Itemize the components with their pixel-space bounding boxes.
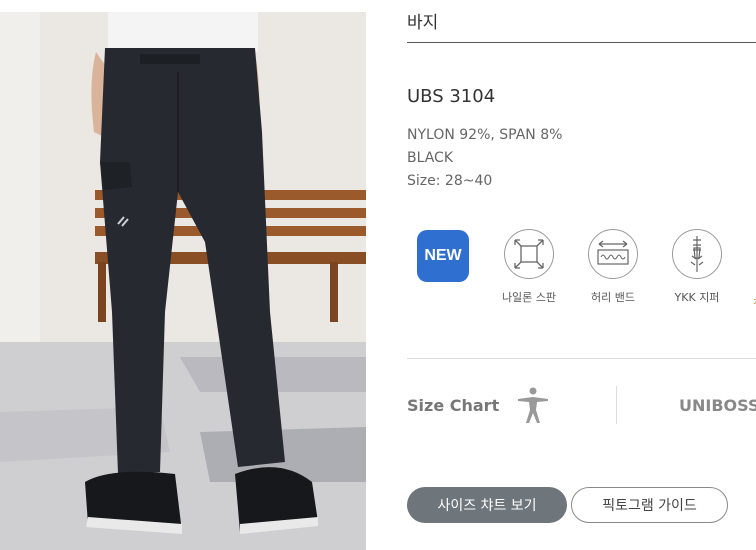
brand-name: UNIBOSS (679, 396, 756, 415)
feature-nylon-span: 나일론 스판 (489, 229, 569, 305)
waist-band-icon (588, 229, 638, 279)
category-divider (407, 42, 756, 43)
product-color: BLACK (407, 150, 454, 166)
product-model: UBS 3104 (407, 86, 496, 107)
product-category: 바지 (407, 13, 439, 33)
zipper-icon (672, 229, 722, 279)
feature-label: YKK 지퍼 (674, 291, 720, 304)
product-photo (0, 12, 366, 550)
feature-ykk-zipper: YKK 지퍼 (657, 229, 737, 305)
feature-label: 나일론 스판 (501, 291, 557, 304)
product-size: Size: 28~40 (407, 173, 493, 189)
new-badge: NEW (417, 230, 469, 282)
feature-label-partial: ㅊ (752, 293, 756, 309)
feature-label: 허리 밴드 (591, 291, 635, 304)
product-material: NYLON 92%, SPAN 8% (407, 127, 563, 143)
person-icon (516, 386, 550, 428)
pictogram-guide-button[interactable]: 픽토그램 가이드 (571, 487, 728, 523)
section-divider (407, 358, 756, 359)
stretch-arrows-icon (504, 229, 554, 279)
size-chart-label: Size Chart (407, 396, 500, 415)
feature-waist-band: 허리 밴드 (573, 229, 653, 305)
vertical-divider (616, 386, 617, 424)
pants-photo-illustration (0, 12, 366, 550)
size-chart-button[interactable]: 사이즈 챠트 보기 (407, 487, 567, 523)
